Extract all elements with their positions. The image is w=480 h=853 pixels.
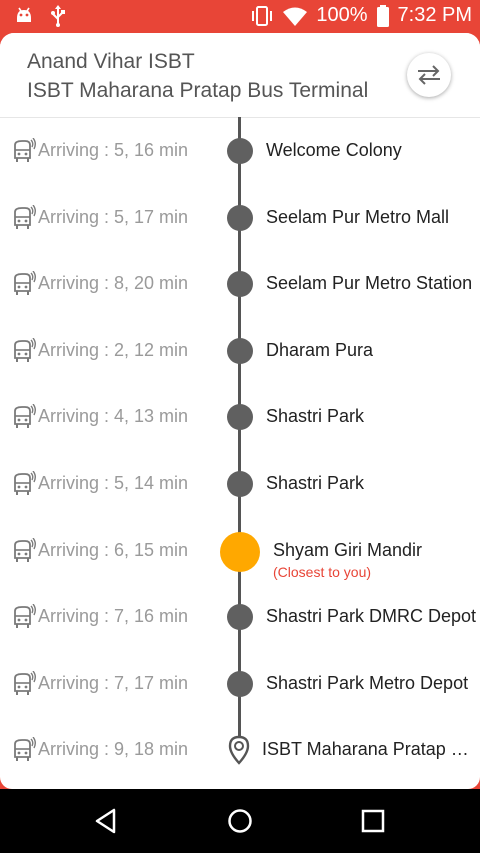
battery-icon bbox=[376, 4, 389, 27]
stop-name: Shyam Giri Mandir bbox=[273, 539, 423, 560]
stop-marker bbox=[227, 471, 253, 497]
vibrate-icon bbox=[252, 5, 273, 26]
home-button[interactable] bbox=[200, 789, 280, 853]
stop-row[interactable]: Arriving : 5, 14 min Shastri Park bbox=[0, 470, 480, 531]
stop-name: Shastri Park Metro Depot bbox=[266, 672, 469, 693]
recents-button[interactable] bbox=[333, 789, 413, 853]
stop-row[interactable]: Arriving : 7, 16 min Shastri Park DMRC De… bbox=[0, 603, 480, 664]
bus-live-icon bbox=[12, 736, 36, 763]
arrival-time: Arriving : 5, 16 min bbox=[38, 140, 189, 160]
bus-live-icon bbox=[12, 403, 36, 430]
stop-marker bbox=[227, 604, 253, 631]
stop-row[interactable]: Arriving : 7, 17 min Shastri Park Metro D… bbox=[0, 670, 480, 731]
bus-live-icon bbox=[12, 537, 36, 564]
bus-live-icon bbox=[12, 470, 36, 497]
stop-name: Seelam Pur Metro Mall bbox=[266, 206, 450, 227]
wifi-icon bbox=[283, 7, 308, 26]
back-button[interactable] bbox=[66, 789, 146, 853]
stop-name: Shastri Park bbox=[266, 406, 365, 427]
stop-row[interactable]: Arriving : 8, 20 min Seelam Pur Metro Sta… bbox=[0, 270, 480, 331]
status-bar: 100% 7:32 PM bbox=[0, 0, 480, 33]
stop-marker bbox=[227, 138, 253, 164]
stop-marker bbox=[227, 271, 253, 298]
arrival-time: Arriving : 6, 15 min bbox=[38, 539, 189, 560]
bus-live-icon bbox=[12, 337, 36, 364]
arrival-time: Arriving : 7, 16 min bbox=[38, 606, 189, 627]
stop-marker bbox=[227, 204, 253, 231]
stop-name: Welcome Colony bbox=[266, 140, 402, 160]
arrival-time: Arriving : 5, 14 min bbox=[38, 473, 189, 493]
clock: 7:32 PM bbox=[397, 4, 472, 26]
recents-icon bbox=[361, 809, 385, 833]
stop-row[interactable]: Arriving : 6, 15 min Shyam Giri Mandir (Cl… bbox=[0, 531, 480, 598]
closest-to-you-label: (Closest to you) bbox=[273, 563, 372, 580]
stop-name: Dharam Pura bbox=[266, 339, 374, 360]
stop-marker bbox=[227, 670, 253, 697]
arrival-time: Arriving : 2, 12 min bbox=[38, 339, 189, 360]
bus-live-icon bbox=[12, 603, 36, 630]
stop-row[interactable]: Arriving : 9, 18 min ISBT Maharana Pratap… bbox=[0, 735, 480, 789]
swap-arrows-icon bbox=[418, 65, 440, 85]
stop-row[interactable]: Arriving : 4, 13 min Shastri Park bbox=[0, 403, 480, 464]
stop-name: Shastri Park bbox=[266, 473, 365, 493]
stop-name: ISBT Maharana Pratap B... bbox=[262, 739, 476, 760]
stop-name: Shastri Park DMRC Depot bbox=[266, 606, 477, 627]
origin-label: Anand Vihar ISBT bbox=[27, 50, 195, 73]
bus-live-icon bbox=[12, 137, 36, 164]
usb-icon bbox=[51, 5, 65, 27]
destination-label: ISBT Maharana Pratap Bus Terminal bbox=[27, 79, 369, 102]
battery-percent: 100% bbox=[316, 4, 368, 26]
route-header: Anand Vihar ISBT ISBT Maharana Pratap Bu… bbox=[0, 33, 480, 117]
stop-row[interactable]: Arriving : 5, 17 min Seelam Pur Metro Mal… bbox=[0, 204, 480, 265]
arrival-time: Arriving : 7, 17 min bbox=[38, 672, 189, 693]
home-icon bbox=[228, 809, 252, 833]
stop-row[interactable]: Arriving : 2, 12 min Dharam Pura bbox=[0, 337, 480, 398]
stop-marker bbox=[227, 337, 253, 364]
stop-name: Seelam Pur Metro Station bbox=[266, 273, 473, 294]
bus-live-icon bbox=[12, 270, 36, 297]
bus-live-icon bbox=[12, 670, 36, 697]
system-nav-bar bbox=[0, 789, 480, 853]
stop-marker bbox=[227, 404, 253, 431]
arrival-time: Arriving : 9, 18 min bbox=[38, 739, 189, 760]
route-card: Anand Vihar ISBT ISBT Maharana Pratap Bu… bbox=[0, 33, 480, 789]
arrival-time: Arriving : 8, 20 min bbox=[38, 273, 189, 294]
destination-pin-icon bbox=[228, 735, 250, 766]
arrival-time: Arriving : 4, 13 min bbox=[38, 406, 189, 427]
bus-live-icon bbox=[12, 204, 36, 231]
swap-route-button[interactable] bbox=[407, 53, 451, 97]
arrival-time: Arriving : 5, 17 min bbox=[38, 206, 189, 227]
back-icon bbox=[95, 808, 116, 834]
android-debug-icon bbox=[17, 7, 31, 22]
stop-row[interactable]: Arriving : 5, 16 min Welcome Colony bbox=[0, 137, 480, 198]
closest-stop-marker bbox=[220, 531, 260, 572]
